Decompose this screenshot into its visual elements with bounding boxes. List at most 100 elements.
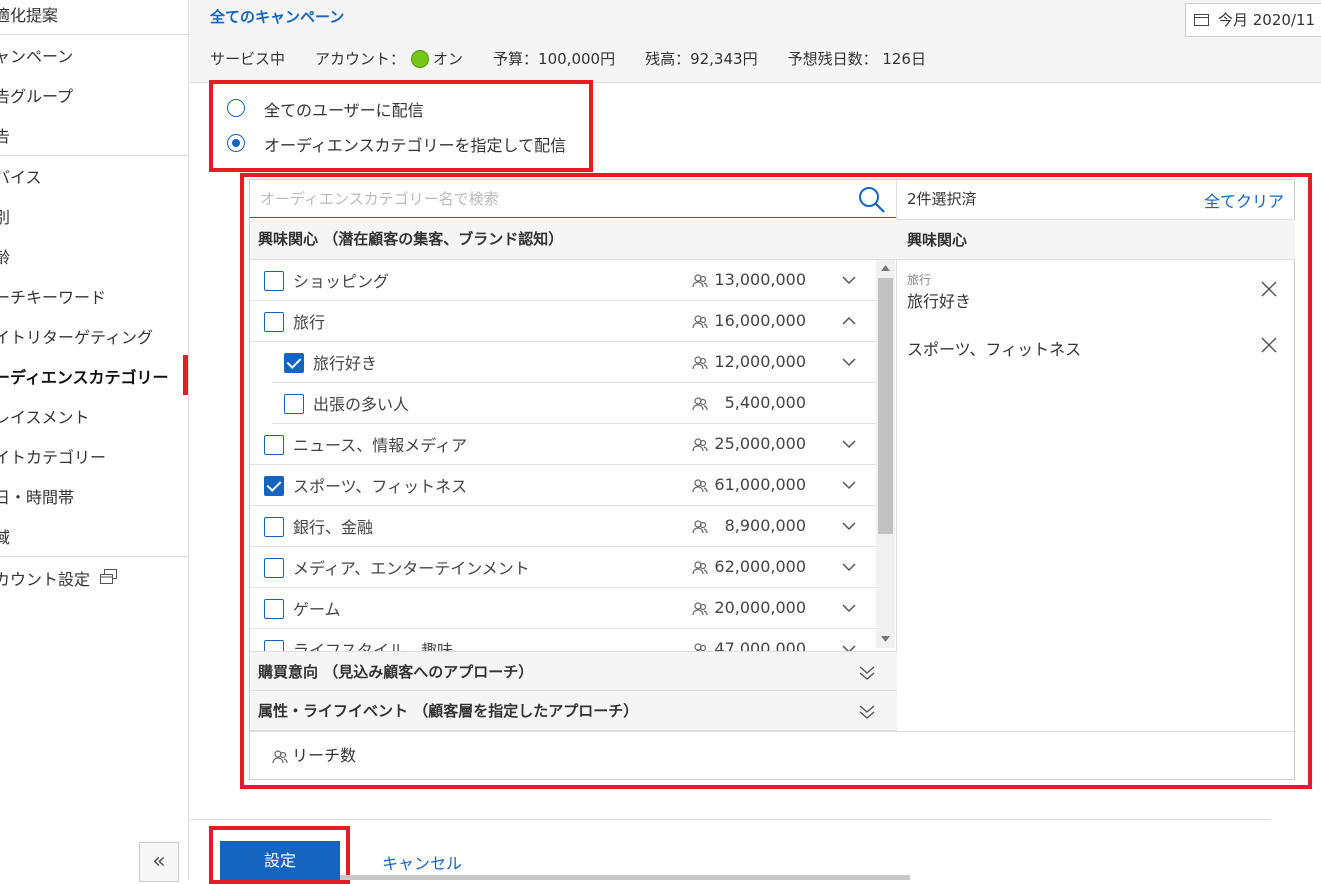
sidebar-item-account-settings[interactable]: カウント設定 xyxy=(0,557,188,597)
section-interest-header[interactable]: 興味関心 （潜在顧客の集客、ブランド認知） xyxy=(250,219,897,260)
radio-audience-category[interactable] xyxy=(227,134,245,152)
chevron-down-icon[interactable] xyxy=(842,601,856,615)
sidebar: 適化提案 ャンペーン 告グループ 告 バイス 別 齢 ーチキーワード イトリター… xyxy=(0,0,189,882)
sidebar-item-gender[interactable]: 別 xyxy=(0,195,188,235)
double-chevron-down-icon[interactable] xyxy=(858,664,876,682)
category-checkbox[interactable] xyxy=(264,558,284,578)
sidebar-item-audience-category[interactable]: ーディエンスカテゴリー xyxy=(0,355,188,395)
sidebar-item-day-time[interactable]: 日・時間帯 xyxy=(0,475,188,515)
sidebar-item-label: イトリターゲティング xyxy=(0,328,154,347)
close-icon[interactable] xyxy=(1260,280,1278,298)
reach-count: 20,000,000 xyxy=(714,598,806,617)
sidebar-item-ad[interactable]: 告 xyxy=(0,114,188,154)
category-checkbox[interactable] xyxy=(264,435,284,455)
sidebar-item-label: 齢 xyxy=(0,248,11,267)
sidebar-item-label: カウント設定 xyxy=(0,570,91,589)
sidebar-item-adgroup[interactable]: 告グループ xyxy=(0,74,188,114)
double-chevron-down-icon[interactable] xyxy=(858,703,876,721)
section-purchase-header[interactable]: 購買意向 （見込み顧客へのアプローチ） xyxy=(250,651,897,691)
list-scrollbar[interactable] xyxy=(876,260,895,648)
people-icon xyxy=(272,750,288,764)
horizontal-scrollbar[interactable] xyxy=(340,875,910,880)
clear-all-link[interactable]: 全てクリア xyxy=(1204,188,1284,212)
active-indicator xyxy=(183,355,188,395)
sidebar-item-site-retargeting[interactable]: イトリターゲティング xyxy=(0,315,188,355)
chevron-down-icon[interactable] xyxy=(842,355,856,369)
chevron-down-icon[interactable] xyxy=(842,642,856,651)
chevron-down-icon[interactable] xyxy=(842,478,856,492)
balance: 残高：92,343円 xyxy=(645,50,758,68)
sidebar-item-optimization[interactable]: 適化提案 xyxy=(0,0,188,33)
category-checkbox[interactable] xyxy=(264,312,284,332)
category-checkbox-checked[interactable] xyxy=(284,353,304,373)
sidebar-item-search-keyword[interactable]: ーチキーワード xyxy=(0,275,188,315)
category-checkbox[interactable] xyxy=(264,640,284,651)
reach-count: 25,000,000 xyxy=(714,434,806,453)
category-checkbox[interactable] xyxy=(264,271,284,291)
reach-count: 47,000,000 xyxy=(714,639,806,651)
people-icon xyxy=(692,356,708,370)
list-item[interactable]: 旅行好き 12,000,000 xyxy=(272,342,876,383)
people-icon xyxy=(692,561,708,575)
close-icon[interactable] xyxy=(1260,336,1278,354)
sidebar-item-region[interactable]: 域 xyxy=(0,515,188,555)
category-checkbox[interactable] xyxy=(264,599,284,619)
submit-button[interactable]: 設定 xyxy=(220,841,340,880)
section-attribute-header[interactable]: 属性・ライフイベント （顧客層を指定したアプローチ） xyxy=(250,691,897,731)
sidebar-item-label: イトカテゴリー xyxy=(0,448,107,467)
audience-category-panel: 興味関心 （潜在顧客の集客、ブランド認知） ショッピング 13,000,000 … xyxy=(249,179,1295,780)
radio-all-users[interactable] xyxy=(227,99,245,117)
budget: 予算：100,000円 xyxy=(493,50,616,68)
scroll-down-arrow-icon[interactable] xyxy=(881,636,890,642)
category-label: ショッピング xyxy=(293,272,390,291)
section-label: 購買意向 （見込み顧客へのアプローチ） xyxy=(258,663,534,681)
cancel-button[interactable]: キャンセル xyxy=(382,850,462,874)
category-label: スポーツ、フィットネス xyxy=(293,477,468,496)
chevron-up-icon[interactable] xyxy=(842,314,856,328)
sidebar-item-site-category[interactable]: イトカテゴリー xyxy=(0,435,188,475)
sidebar-item-label: 日・時間帯 xyxy=(0,488,75,507)
reach-count: 16,000,000 xyxy=(714,311,806,330)
list-item[interactable]: ニュース、情報メディア 25,000,000 xyxy=(250,424,876,465)
divider xyxy=(190,819,1270,820)
list-item[interactable]: メディア、エンターテインメント 62,000,000 xyxy=(250,547,876,588)
list-item[interactable]: スポーツ、フィットネス 61,000,000 xyxy=(250,465,876,506)
status-row: サービス中 アカウント： オン 予算：100,000円 残高：92,343円 予想残日数：… xyxy=(210,48,956,69)
radio-all-users-label[interactable]: 全てのユーザーに配信 xyxy=(264,97,424,121)
list-item[interactable]: 出張の多い人 5,400,000 xyxy=(272,383,876,424)
list-item[interactable]: ライフスタイル、趣味 47,000,000 xyxy=(250,629,876,651)
category-checkbox[interactable] xyxy=(284,394,304,414)
radio-audience-category-label[interactable]: オーディエンスカテゴリーを指定して配信 xyxy=(264,132,566,156)
date-range-label: 今月 2020/11 xyxy=(1218,11,1316,29)
service-status: サービス中 xyxy=(210,50,286,68)
people-icon xyxy=(692,397,708,411)
collapse-sidebar-button[interactable]: « xyxy=(139,842,179,882)
scroll-thumb[interactable] xyxy=(878,278,893,534)
chevron-down-icon[interactable] xyxy=(842,437,856,451)
list-item[interactable]: 銀行、金融 8,900,000 xyxy=(250,506,876,547)
reach-count: 12,000,000 xyxy=(714,352,806,371)
chevron-down-icon[interactable] xyxy=(842,273,856,287)
sidebar-item-placement[interactable]: レイスメント xyxy=(0,395,188,435)
sidebar-item-device[interactable]: バイス xyxy=(0,155,188,195)
scroll-up-arrow-icon[interactable] xyxy=(881,265,890,271)
breadcrumb[interactable]: 全てのキャンペーン xyxy=(210,6,344,27)
list-item[interactable]: 旅行 16,000,000 xyxy=(250,301,876,342)
sidebar-item-age[interactable]: 齢 xyxy=(0,235,188,275)
category-checkbox[interactable] xyxy=(264,517,284,537)
sidebar-item-label: 別 xyxy=(0,208,11,227)
people-icon xyxy=(692,602,708,616)
chevron-down-icon[interactable] xyxy=(842,560,856,574)
reach-legend: リーチ数 xyxy=(250,731,1294,779)
list-item[interactable]: ショッピング 13,000,000 xyxy=(250,260,876,301)
category-search-input[interactable] xyxy=(250,180,896,218)
sidebar-item-label: ーディエンスカテゴリー xyxy=(0,368,169,387)
column-divider xyxy=(896,180,897,731)
chevron-down-icon[interactable] xyxy=(842,519,856,533)
sidebar-item-campaign[interactable]: ャンペーン xyxy=(0,34,188,74)
list-item[interactable]: ゲーム 20,000,000 xyxy=(250,588,876,629)
category-checkbox-checked[interactable] xyxy=(264,476,284,496)
date-range-picker[interactable]: 今月 2020/11 xyxy=(1185,3,1321,37)
category-label: ゲーム xyxy=(293,600,341,619)
search-icon[interactable] xyxy=(858,186,886,214)
